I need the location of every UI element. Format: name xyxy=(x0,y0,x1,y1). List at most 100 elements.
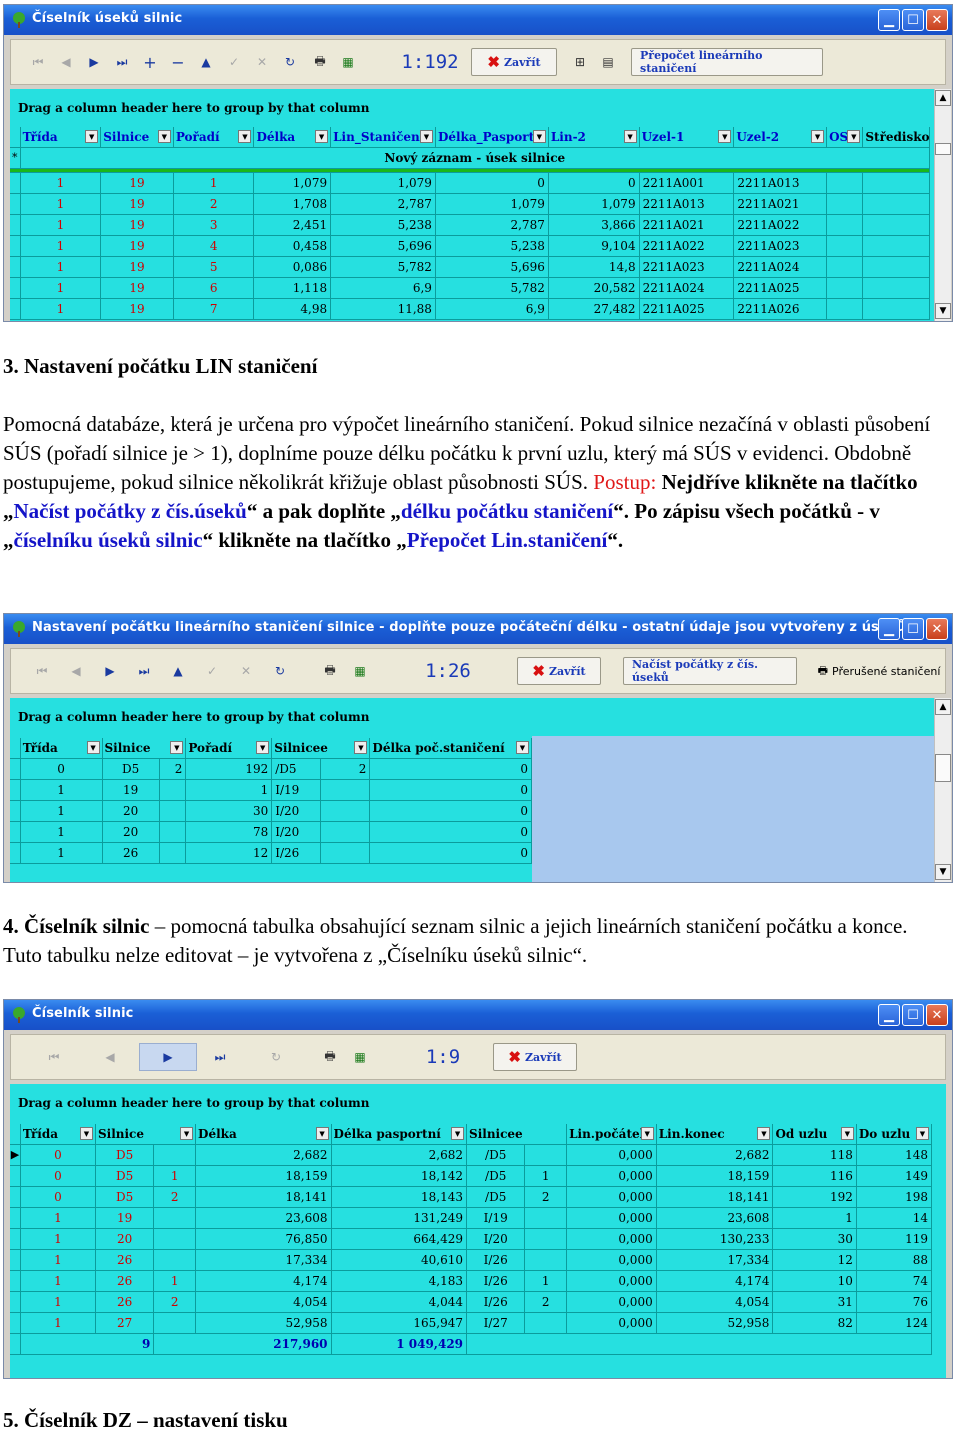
chevron-down-icon[interactable]: ▼ xyxy=(315,1127,329,1140)
add-record-icon[interactable]: + xyxy=(137,48,163,76)
column-header[interactable]: Do uzlu ▼ xyxy=(856,1124,933,1145)
scroll-up-icon[interactable]: ▲ xyxy=(935,90,951,106)
column-header[interactable]: Délka pasportní ▼ xyxy=(331,1124,468,1145)
chevron-down-icon[interactable]: ▼ xyxy=(256,741,270,754)
column-header[interactable]: Lin-2 ▼ xyxy=(548,127,640,148)
vertical-scrollbar[interactable]: ▲ ▼ xyxy=(934,698,951,882)
first-record-icon[interactable]: ⏮ xyxy=(25,48,51,76)
table-row[interactable]: 1 20 76,850 664,429 I/20 0,000 130,233 30 119 xyxy=(10,1228,933,1250)
cancel-record-icon[interactable]: ✕ xyxy=(233,657,259,685)
minimize-button[interactable]: ▁ xyxy=(878,1004,900,1026)
chevron-down-icon[interactable]: ▼ xyxy=(916,1127,929,1140)
close-window-button[interactable]: ✕ xyxy=(926,1004,948,1026)
printer-icon[interactable]: 🖶 xyxy=(317,1043,343,1071)
table-row[interactable]: 1 19 23,608 131,249 I/19 0,000 23,608 1 14 xyxy=(10,1207,933,1229)
column-header[interactable]: Uzel-1 ▼ xyxy=(639,127,735,148)
chevron-down-icon[interactable]: ▼ xyxy=(157,130,171,143)
column-header[interactable]: Silnice ▼ xyxy=(100,127,174,148)
column-header[interactable]: Lin.počátek ▼ xyxy=(566,1124,657,1145)
chevron-down-icon[interactable]: ▼ xyxy=(354,741,368,754)
minimize-button[interactable]: ▁ xyxy=(878,618,900,640)
table-row[interactable]: 1 19 3 2,451 5,238 2,787 3,866 2211A021 2211A022 xyxy=(10,214,930,236)
chevron-down-icon[interactable]: ▼ xyxy=(811,130,825,143)
scroll-thumb[interactable] xyxy=(935,754,951,782)
table-row[interactable]: 1 19 6 1,118 6,9 5,782 20,582 2211A024 2211A025 xyxy=(10,277,930,299)
cancel-record-icon[interactable]: ✕ xyxy=(249,48,275,76)
table-row[interactable]: 1 26 12 I/26 0 xyxy=(10,842,532,864)
column-header[interactable]: Délka ▼ xyxy=(253,127,332,148)
next-record-icon[interactable]: ▶ xyxy=(139,1043,197,1071)
export-excel-icon[interactable]: ▦ xyxy=(347,1043,373,1071)
column-header[interactable]: Uzel-2 ▼ xyxy=(733,127,828,148)
edit-record-icon[interactable]: ▲ xyxy=(165,657,191,685)
scroll-down-icon[interactable]: ▼ xyxy=(935,864,951,880)
close-button[interactable]: ✖ Zavřít xyxy=(493,1043,577,1071)
edit-record-icon[interactable]: ▲ xyxy=(193,48,219,76)
chevron-down-icon[interactable]: ▼ xyxy=(840,1127,854,1140)
close-button[interactable]: ✖ Zavřít xyxy=(471,48,557,76)
column-header[interactable]: Třída ▼ xyxy=(20,738,103,759)
vertical-scrollbar[interactable]: ▲ ▼ xyxy=(934,89,951,321)
post-record-icon[interactable]: ✓ xyxy=(199,657,225,685)
interrupted-chainage-button[interactable]: 🖶 Přerušené staničení xyxy=(811,657,947,685)
printer-icon[interactable]: 🖶 xyxy=(307,48,333,76)
column-header[interactable]: Třída ▼ xyxy=(20,1124,96,1145)
column-header[interactable]: Středisko xyxy=(862,127,930,148)
window-list-icon[interactable]: ▤ xyxy=(595,48,621,76)
chevron-down-icon[interactable]: ▼ xyxy=(451,1127,465,1140)
chevron-down-icon[interactable]: ▼ xyxy=(623,130,637,143)
window-titlebar[interactable]: Číselník silnic ▁ ☐ ✕ xyxy=(4,1000,952,1030)
delete-record-icon[interactable]: − xyxy=(165,48,191,76)
scroll-down-icon[interactable]: ▼ xyxy=(935,303,951,319)
table-row[interactable]: 1 19 1 1,079 1,079 0 0 2211A001 2211A013 xyxy=(10,172,930,194)
prev-record-icon[interactable]: ◀ xyxy=(97,1043,123,1071)
column-header[interactable]: Pořadí ▼ xyxy=(173,127,255,148)
window-titlebar[interactable]: Číselník úseků silnic ▁ ☐ ✕ xyxy=(4,5,952,35)
chevron-down-icon[interactable]: ▼ xyxy=(86,741,100,754)
table-row[interactable]: 1 19 1 I/19 0 xyxy=(10,779,532,801)
prev-record-icon[interactable]: ◀ xyxy=(53,48,79,76)
table-row[interactable]: 1 27 52,958 165,947 I/27 0,000 52,958 82 124 xyxy=(10,1312,933,1334)
column-header[interactable]: Délka ▼ xyxy=(195,1124,332,1145)
last-record-icon[interactable]: ⏭ xyxy=(131,657,157,685)
chevron-down-icon[interactable]: ▼ xyxy=(419,130,433,143)
table-row[interactable]: 0 D5 2 192/D5 2 0 xyxy=(10,758,532,780)
table-row[interactable]: 1 19 5 0,086 5,782 5,696 14,8 2211A023 2211A024 xyxy=(10,256,930,278)
minimize-button[interactable]: ▁ xyxy=(878,9,900,31)
next-record-icon[interactable]: ▶ xyxy=(81,48,107,76)
close-window-button[interactable]: ✕ xyxy=(926,9,948,31)
column-header[interactable]: Třída ▼ xyxy=(20,127,102,148)
refresh-icon[interactable]: ↻ xyxy=(277,48,303,76)
scroll-thumb[interactable] xyxy=(935,143,951,155)
window-titlebar[interactable]: Nastavení počátku lineárního staničení s… xyxy=(4,614,952,644)
column-header[interactable]: Délka_Pasport ▼ xyxy=(435,127,549,148)
chevron-down-icon[interactable]: ▼ xyxy=(718,130,732,143)
export-excel-icon[interactable]: ▦ xyxy=(347,657,373,685)
load-starts-button[interactable]: Načíst počátky z čís. úseků xyxy=(623,657,797,685)
first-record-icon[interactable]: ⏮ xyxy=(29,657,55,685)
chevron-down-icon[interactable]: ▼ xyxy=(640,1127,654,1140)
prev-record-icon[interactable]: ◀ xyxy=(63,657,89,685)
chevron-down-icon[interactable]: ▼ xyxy=(170,741,184,754)
table-row[interactable]: 0 D5 2 18,141 18,143/D5 2 0,000 18,141 192 198 xyxy=(10,1186,933,1208)
maximize-button[interactable]: ☐ xyxy=(902,9,924,31)
table-row[interactable]: ▶ 0 D5 2,682 2,682/D5 0,000 2,682 118 148 xyxy=(10,1144,933,1166)
chevron-down-icon[interactable]: ▼ xyxy=(85,130,99,143)
table-row[interactable]: 1 19 4 0,458 5,696 5,238 9,104 2211A022 2211A023 xyxy=(10,235,930,257)
chevron-down-icon[interactable]: ▼ xyxy=(238,130,252,143)
column-header[interactable]: Silnicee xyxy=(466,1124,568,1145)
close-button[interactable]: ✖ Zavřít xyxy=(517,657,601,685)
chevron-down-icon[interactable]: ▼ xyxy=(315,130,329,143)
chevron-down-icon[interactable]: ▼ xyxy=(532,130,546,143)
table-row[interactable]: 1 19 2 1,708 2,787 1,079 1,079 2211A013 2211A021 xyxy=(10,193,930,215)
tree-structure-icon[interactable]: ⊞ xyxy=(567,48,593,76)
table-row[interactable]: 1 26 2 4,054 4,044 I/26 2 0,000 4,054 31 76 xyxy=(10,1291,933,1313)
chevron-down-icon[interactable]: ▼ xyxy=(180,1127,194,1140)
table-row[interactable]: 1 20 78 I/20 0 xyxy=(10,821,532,843)
maximize-button[interactable]: ☐ xyxy=(902,1004,924,1026)
table-row[interactable]: 1 26 17,334 40,610 I/26 0,000 17,334 12 88 xyxy=(10,1249,933,1271)
column-header[interactable]: Od uzlu ▼ xyxy=(772,1124,857,1145)
column-header[interactable]: Lin_Staničení ▼ xyxy=(330,127,436,148)
column-header[interactable]: Pořadí ▼ xyxy=(185,738,273,759)
refresh-icon[interactable]: ↻ xyxy=(267,657,293,685)
